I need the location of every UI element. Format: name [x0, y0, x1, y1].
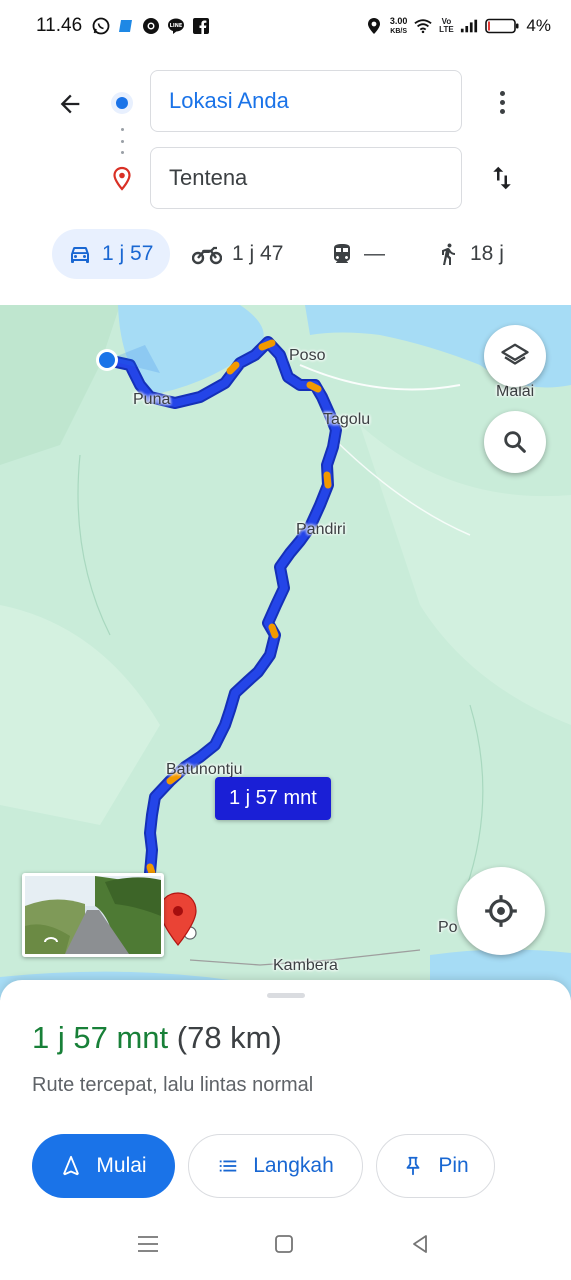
my-location-icon	[485, 895, 517, 927]
map-label-tagolu: Tagolu	[323, 411, 371, 428]
route-summary: 1 j 57 mnt (78 km)	[32, 1020, 282, 1056]
menu-icon	[138, 1236, 158, 1252]
directions-header: Lokasi Anda Tentena 1 j 57 1 j 47 — 18 j	[0, 52, 571, 305]
route-duration-chip[interactable]: 1 j 57 mnt	[215, 777, 331, 820]
navigation-icon	[63, 1155, 80, 1176]
map-label-poso: Poso	[289, 347, 326, 364]
signal-icon	[460, 17, 478, 35]
layers-button[interactable]	[484, 325, 546, 387]
destination-input[interactable]: Tentena	[150, 147, 462, 209]
map-label-kambera: Kambera	[273, 957, 338, 974]
layers-icon	[501, 343, 529, 365]
app-icon	[117, 17, 135, 35]
list-icon	[219, 1160, 237, 1172]
square-icon	[275, 1235, 293, 1253]
battery-icon	[485, 17, 519, 35]
map-view[interactable]: Poso Malai Puna Tagolu Pandiri Batunontj…	[0, 305, 571, 1000]
map-label-pandiri: Pandiri	[296, 521, 346, 538]
system-icons: 3.00 KB/S Vo LTE 4%	[365, 16, 551, 36]
wifi-icon	[414, 17, 433, 35]
drag-handle[interactable]	[267, 993, 305, 998]
motorcycle-icon	[192, 246, 222, 265]
status-bar: 11.46 LINE 3.00 KB/S Vo LTE 4%	[0, 0, 571, 52]
volte-icon: Vo LTE	[439, 17, 454, 34]
route-description: Rute tercepat, lalu lintas normal	[32, 1074, 314, 1096]
back-button[interactable]	[50, 84, 90, 124]
arrow-back-icon	[60, 94, 80, 114]
chrome-icon	[142, 17, 160, 35]
net-speed: 3.00 KB/S	[389, 15, 408, 35]
tab-drive[interactable]: 1 j 57	[52, 229, 170, 279]
car-icon	[71, 247, 89, 263]
system-nav-bar	[0, 1200, 571, 1280]
walking-icon	[442, 243, 455, 265]
tab-transit[interactable]: —	[330, 229, 385, 279]
line-icon: LINE	[167, 17, 185, 35]
pin-button[interactable]: Pin	[376, 1134, 495, 1198]
train-icon	[334, 244, 350, 263]
swap-button[interactable]	[482, 158, 522, 198]
tab-walk[interactable]: 18 j	[436, 229, 504, 279]
street-view-thumbnail[interactable]	[22, 873, 164, 957]
triangle-back-icon	[413, 1235, 427, 1253]
map-label-po: Po	[438, 919, 458, 936]
search-button[interactable]	[484, 411, 546, 473]
tab-motorcycle[interactable]: 1 j 47	[192, 229, 283, 279]
route-connector	[120, 128, 124, 154]
more-options-button[interactable]	[484, 84, 520, 120]
pushpin-icon	[406, 1156, 420, 1176]
recents-button[interactable]	[136, 1232, 160, 1256]
home-button[interactable]	[272, 1232, 296, 1256]
location-icon	[365, 17, 383, 35]
my-location-button[interactable]	[457, 867, 545, 955]
origin-input[interactable]: Lokasi Anda	[150, 70, 462, 132]
start-button[interactable]: Mulai	[32, 1134, 175, 1198]
back-nav-button[interactable]	[408, 1232, 432, 1256]
swap-vert-icon	[493, 166, 511, 190]
route-summary-sheet: 1 j 57 mnt (78 km) Rute tercepat, lalu l…	[0, 980, 571, 1200]
facebook-icon	[192, 17, 210, 35]
travel-mode-tabs: 1 j 57 1 j 47 — 18 j	[0, 229, 571, 279]
map-label-puna: Puna	[133, 391, 171, 408]
origin-dot-icon	[111, 92, 133, 114]
notification-icons: LINE	[92, 17, 210, 35]
route-duration: 1 j 57 mnt	[32, 1020, 169, 1055]
steps-button[interactable]: Langkah	[188, 1134, 363, 1198]
search-icon	[504, 431, 526, 453]
svg-text:LINE: LINE	[170, 23, 183, 29]
battery-percent: 4%	[526, 16, 551, 35]
status-time: 11.46	[36, 15, 83, 36]
destination-pin-icon	[110, 166, 134, 192]
route-distance: (78 km)	[176, 1020, 282, 1055]
whatsapp-icon	[92, 17, 110, 35]
